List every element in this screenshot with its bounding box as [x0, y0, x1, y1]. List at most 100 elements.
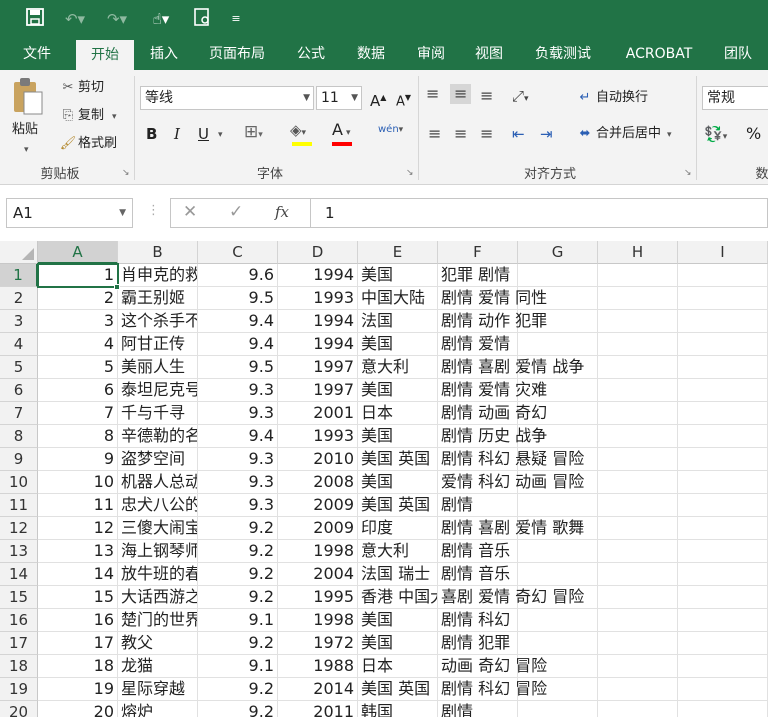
cell-a17[interactable]: 17	[38, 632, 118, 655]
cell-h15[interactable]	[598, 586, 678, 609]
bold-button[interactable]: B	[146, 124, 157, 144]
cell-d12[interactable]: 2009	[278, 517, 358, 540]
cell-h17[interactable]	[598, 632, 678, 655]
underline-button[interactable]: U	[198, 124, 209, 144]
row-header[interactable]: 16	[0, 609, 38, 632]
cell-a5[interactable]: 5	[38, 356, 118, 379]
cell-a6[interactable]: 6	[38, 379, 118, 402]
cell-f5[interactable]: 剧情 喜剧 爱情 战争	[438, 356, 584, 379]
row-header[interactable]: 6	[0, 379, 38, 402]
shrink-font-button[interactable]: A▼	[396, 88, 411, 112]
cell-f13[interactable]: 剧情 音乐	[438, 540, 518, 563]
wrap-text-button[interactable]: ↵ 自动换行	[574, 88, 648, 108]
cell-e16[interactable]: 美国	[358, 609, 438, 632]
customize-icon[interactable]: ≡	[228, 8, 244, 30]
cell-e18[interactable]: 日本	[358, 655, 438, 678]
cell-c8[interactable]: 9.4	[198, 425, 278, 448]
cell-c2[interactable]: 9.5	[198, 287, 278, 310]
cell-g16[interactable]	[518, 609, 598, 632]
print-preview-icon[interactable]	[190, 8, 214, 30]
save-icon[interactable]	[24, 8, 46, 30]
increase-indent-icon[interactable]: ⇥	[540, 124, 553, 144]
cell-c16[interactable]: 9.1	[198, 609, 278, 632]
cell-h18[interactable]	[598, 655, 678, 678]
cell-c18[interactable]: 9.1	[198, 655, 278, 678]
cell-f8[interactable]: 剧情 历史 战争	[438, 425, 547, 448]
formula-input[interactable]: 1	[310, 198, 768, 228]
cell-h4[interactable]	[598, 333, 678, 356]
paste-dropdown-icon[interactable]: ▾	[24, 140, 29, 160]
cell-f14[interactable]: 剧情 音乐	[438, 563, 518, 586]
insert-function-icon[interactable]: fx	[275, 203, 289, 221]
cell-c6[interactable]: 9.3	[198, 379, 278, 402]
cell-i20[interactable]	[678, 701, 768, 717]
cell-i6[interactable]	[678, 379, 768, 402]
cell-a4[interactable]: 4	[38, 333, 118, 356]
phonetic-guide-button[interactable]: wén▾	[378, 120, 403, 140]
cell-c15[interactable]: 9.2	[198, 586, 278, 609]
cell-c1[interactable]: 9.6	[198, 264, 278, 287]
cell-d5[interactable]: 1997	[278, 356, 358, 379]
column-header-a[interactable]: A	[38, 241, 118, 264]
cell-b9[interactable]: 盗梦空间	[118, 448, 198, 471]
cell-h16[interactable]	[598, 609, 678, 632]
tab-load-test[interactable]: 负载测试	[522, 38, 604, 70]
cell-e20[interactable]: 韩国	[358, 701, 438, 717]
cell-a7[interactable]: 7	[38, 402, 118, 425]
cell-h3[interactable]	[598, 310, 678, 333]
cell-i18[interactable]	[678, 655, 768, 678]
column-header-f[interactable]: F	[438, 241, 518, 264]
cell-i8[interactable]	[678, 425, 768, 448]
cell-c13[interactable]: 9.2	[198, 540, 278, 563]
row-header[interactable]: 12	[0, 517, 38, 540]
cancel-icon[interactable]: ✕	[183, 202, 197, 222]
fill-color-button[interactable]: ◈▾	[290, 120, 324, 146]
cell-b19[interactable]: 星际穿越	[118, 678, 198, 701]
column-header-i[interactable]: I	[678, 241, 768, 264]
cell-f16[interactable]: 剧情 科幻	[438, 609, 518, 632]
cell-e13[interactable]: 意大利	[358, 540, 438, 563]
row-header[interactable]: 11	[0, 494, 38, 517]
decrease-indent-icon[interactable]: ⇤	[512, 124, 525, 144]
cell-i10[interactable]	[678, 471, 768, 494]
cell-b17[interactable]: 教父	[118, 632, 198, 655]
tab-review[interactable]: 审阅	[404, 38, 458, 70]
row-header[interactable]: 19	[0, 678, 38, 701]
cell-a1[interactable]: 1	[38, 264, 118, 287]
cell-b4[interactable]: 阿甘正传	[118, 333, 198, 356]
cell-g4[interactable]	[518, 333, 598, 356]
cell-c7[interactable]: 9.3	[198, 402, 278, 425]
cell-a14[interactable]: 14	[38, 563, 118, 586]
cell-c19[interactable]: 9.2	[198, 678, 278, 701]
row-header[interactable]: 10	[0, 471, 38, 494]
cell-b5[interactable]: 美丽人生	[118, 356, 198, 379]
tab-team[interactable]: 团队	[712, 38, 764, 70]
cell-e5[interactable]: 意大利	[358, 356, 438, 379]
cell-f17[interactable]: 剧情 犯罪	[438, 632, 518, 655]
column-header-d[interactable]: D	[278, 241, 358, 264]
cell-b8[interactable]: 辛德勒的名单	[118, 425, 198, 448]
cell-i4[interactable]	[678, 333, 768, 356]
orientation-icon[interactable]: ⤢▾	[512, 86, 529, 109]
name-box[interactable]: A1 ▼	[6, 198, 133, 228]
cell-i14[interactable]	[678, 563, 768, 586]
underline-dropdown-icon[interactable]: ▾	[218, 125, 223, 145]
currency-icon[interactable]: 💱▾	[704, 124, 727, 147]
cell-c11[interactable]: 9.3	[198, 494, 278, 517]
cell-c14[interactable]: 9.2	[198, 563, 278, 586]
tab-formulas[interactable]: 公式	[284, 38, 338, 70]
cell-e15[interactable]: 香港 中国大陆	[358, 586, 438, 609]
cell-i15[interactable]	[678, 586, 768, 609]
cell-a16[interactable]: 16	[38, 609, 118, 632]
cell-h8[interactable]	[598, 425, 678, 448]
align-bottom-icon[interactable]: ≡	[480, 86, 493, 106]
row-header[interactable]: 20	[0, 701, 38, 717]
cell-i1[interactable]	[678, 264, 768, 287]
cell-c12[interactable]: 9.2	[198, 517, 278, 540]
cell-b15[interactable]: 大话西游之大圣娶亲	[118, 586, 198, 609]
tab-home[interactable]: 开始	[76, 40, 134, 70]
italic-button[interactable]: I	[174, 124, 180, 144]
cell-e1[interactable]: 美国	[358, 264, 438, 287]
cell-b1[interactable]: 肖申克的救赎	[118, 264, 198, 287]
cell-g20[interactable]	[518, 701, 598, 717]
